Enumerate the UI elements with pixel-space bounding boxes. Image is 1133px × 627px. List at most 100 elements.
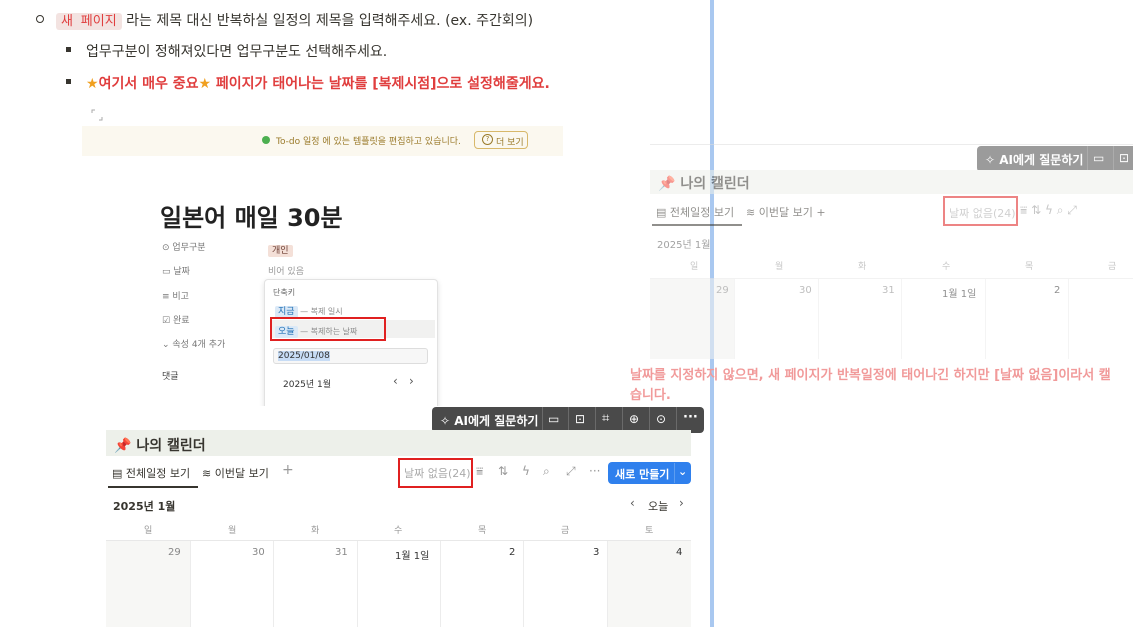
hollow-bullet	[36, 15, 44, 23]
download-icon[interactable]: ⊙	[656, 412, 666, 426]
grid-line	[523, 541, 524, 627]
more-button[interactable]: ? 더 보기	[474, 131, 528, 149]
bullet-line-1-text: 라는 제목 대신 반복하실 일정의 제목을 입력해주세요. (ex. 주간회의)	[126, 13, 534, 29]
grid-line	[734, 279, 735, 359]
date-cell[interactable]: 29	[168, 547, 181, 558]
ghost-title: 📌 나의 캘린더	[658, 176, 750, 192]
pin-icon: 📌	[114, 438, 132, 454]
status-dot-icon	[262, 136, 270, 144]
prev-month-icon[interactable]: ‹	[630, 496, 635, 510]
grid-line	[1068, 279, 1069, 359]
weekday-label: 일	[690, 262, 699, 272]
weekday-label: 수	[942, 262, 951, 272]
new-button[interactable]: 새로 만들기 ⌄	[608, 462, 691, 484]
comment-icon[interactable]: ▭	[1093, 151, 1104, 165]
note-line-1: 날짜를 지정하지 않으면, 새 페이지가 반복일정에 태어나긴 하지만 [날짜 …	[630, 368, 1111, 383]
banner-text: To-do 일정 에 있는 템플릿을 편집하고 있습니다.	[276, 137, 461, 147]
date-input-value: 2025/01/08	[278, 351, 330, 361]
ghost-toolbar: ✧ AI에게 질문하기 ▭ ⊡	[977, 146, 1133, 172]
weekday-label: 목	[478, 526, 487, 536]
button-split	[674, 463, 675, 483]
prop-date[interactable]: ▭ 날짜	[162, 264, 190, 277]
prop-category[interactable]: ⊙ 업무구분	[162, 240, 206, 253]
square-bullet	[66, 47, 71, 52]
chevron-down-icon[interactable]: ⌄	[678, 465, 687, 478]
shortcut-now[interactable]: 지금 — 복제 일시	[275, 304, 343, 318]
popup-month: 2025년 1월	[283, 380, 332, 390]
filter-icon[interactable]: ⩸	[476, 464, 483, 479]
caption-icon[interactable]: ⊡	[1119, 151, 1129, 165]
active-tab-indicator	[108, 486, 198, 488]
more-icon[interactable]: ···	[683, 410, 698, 425]
date-cell: 31	[882, 285, 895, 296]
date-cell[interactable]: 4	[676, 547, 682, 558]
date-cell[interactable]: 30	[252, 547, 265, 558]
add-props[interactable]: ⌄ 속성 4개 추가	[162, 337, 225, 350]
expand-icon[interactable]: ⤢	[566, 464, 576, 479]
highlight-box-no-date	[398, 458, 473, 488]
ghost-tab-indicator	[652, 224, 742, 226]
weekday-label: 토	[645, 526, 654, 536]
caption-icon[interactable]: ⊡	[575, 412, 585, 426]
expand-icon[interactable]	[91, 106, 103, 121]
template-editor-screenshot: To-do 일정 에 있는 템플릿을 편집하고 있습니다. ? 더 보기 일본어…	[82, 126, 563, 406]
date-cell: 30	[799, 285, 812, 296]
weekday-label: 월	[228, 526, 237, 536]
weekday-label: 월	[775, 262, 784, 272]
highlight-box-today	[270, 317, 386, 341]
date-input[interactable]: 2025/01/08	[273, 348, 428, 364]
ghost-calendar: ✧ AI에게 질문하기 ▭ ⊡ 📌 나의 캘린더 ▤ 전체일정 보기 ≋ 이번달…	[650, 144, 1133, 359]
search-icon[interactable]: ⌕	[543, 464, 550, 479]
date-cell[interactable]: 2	[509, 547, 515, 558]
date-cell[interactable]: 31	[335, 547, 348, 558]
popup-header: 단축키	[273, 288, 296, 297]
ghost-tab-month: ≋ 이번달 보기 +	[746, 206, 826, 219]
prev-month-icon[interactable]: ‹	[393, 374, 398, 388]
next-month-icon[interactable]: ›	[679, 496, 684, 510]
note-line-2: 습니다.	[630, 388, 671, 403]
date-cell[interactable]: 3	[593, 547, 599, 558]
ghost-tab-all: ▤ 전체일정 보기	[656, 206, 735, 219]
grid-line	[901, 279, 902, 359]
date-shortcut-popup: 단축키 지금 — 복제 일시 오늘 — 복제하는 날짜 2025/01/08 2…	[264, 279, 438, 406]
today-button[interactable]: 오늘	[648, 498, 668, 514]
grid-line	[985, 279, 986, 359]
more-button-label: 더 보기	[496, 138, 524, 148]
grid-line	[273, 541, 274, 627]
crop-icon[interactable]: ⌗	[602, 411, 609, 426]
ghost-top-line	[650, 144, 1133, 145]
prop-date-value[interactable]: 비어 있음	[268, 264, 304, 277]
bullet-line-3-part2: 페이지가 태어나는 날짜를 [복제시점]으로 설정해줄게요.	[211, 76, 550, 92]
template-banner: To-do 일정 에 있는 템플릿을 편집하고 있습니다. ? 더 보기	[82, 126, 563, 156]
toolbar-separator	[1113, 146, 1114, 172]
grid-line	[818, 279, 819, 359]
comment-icon[interactable]: ▭	[548, 412, 559, 426]
bullet-line-3: ★여기서 매우 중요★ 페이지가 태어나는 날짜를 [복제시점]으로 설정해줄게…	[86, 73, 550, 93]
automation-icon[interactable]: ϟ	[522, 464, 530, 478]
ask-ai-button[interactable]: ✧ AI에게 질문하기	[440, 412, 538, 429]
date-cell[interactable]: 1월 1일	[395, 547, 429, 562]
prop-memo[interactable]: ≡ 비고	[162, 289, 189, 302]
prop-done[interactable]: ☑ 완료	[162, 313, 190, 326]
grid-line	[607, 541, 608, 627]
tab-this-month[interactable]: ≋ 이번달 보기	[202, 465, 269, 481]
ghost-month: 2025년 1월	[657, 240, 711, 251]
zoom-icon[interactable]: ⊕	[629, 412, 639, 426]
weekday-label: 금	[561, 526, 570, 536]
more-options-icon[interactable]: ···	[589, 464, 600, 478]
weekday-label: 목	[1025, 262, 1034, 272]
prop-category-value[interactable]: 개인	[268, 238, 293, 257]
grid-line	[357, 541, 358, 627]
date-cell: 1월 1일	[942, 289, 977, 300]
grid-line	[106, 540, 691, 541]
add-view-button[interactable]: +	[282, 462, 294, 478]
date-cell: 29	[716, 285, 729, 296]
tab-all-schedule[interactable]: ▤ 전체일정 보기	[112, 465, 190, 481]
calendar-title[interactable]: 📌 나의 캘린더	[114, 435, 206, 455]
ghost-ask-ai[interactable]: ✧ AI에게 질문하기	[985, 151, 1083, 168]
bullet-line-2: 업무구분이 정해져있다면 업무구분도 선택해주세요.	[86, 44, 388, 60]
next-month-icon[interactable]: ›	[409, 374, 414, 388]
weekday-label: 화	[311, 526, 320, 536]
sort-icon[interactable]: ⇅	[498, 464, 508, 478]
page-title[interactable]: 일본어 매일 30분	[160, 198, 343, 233]
